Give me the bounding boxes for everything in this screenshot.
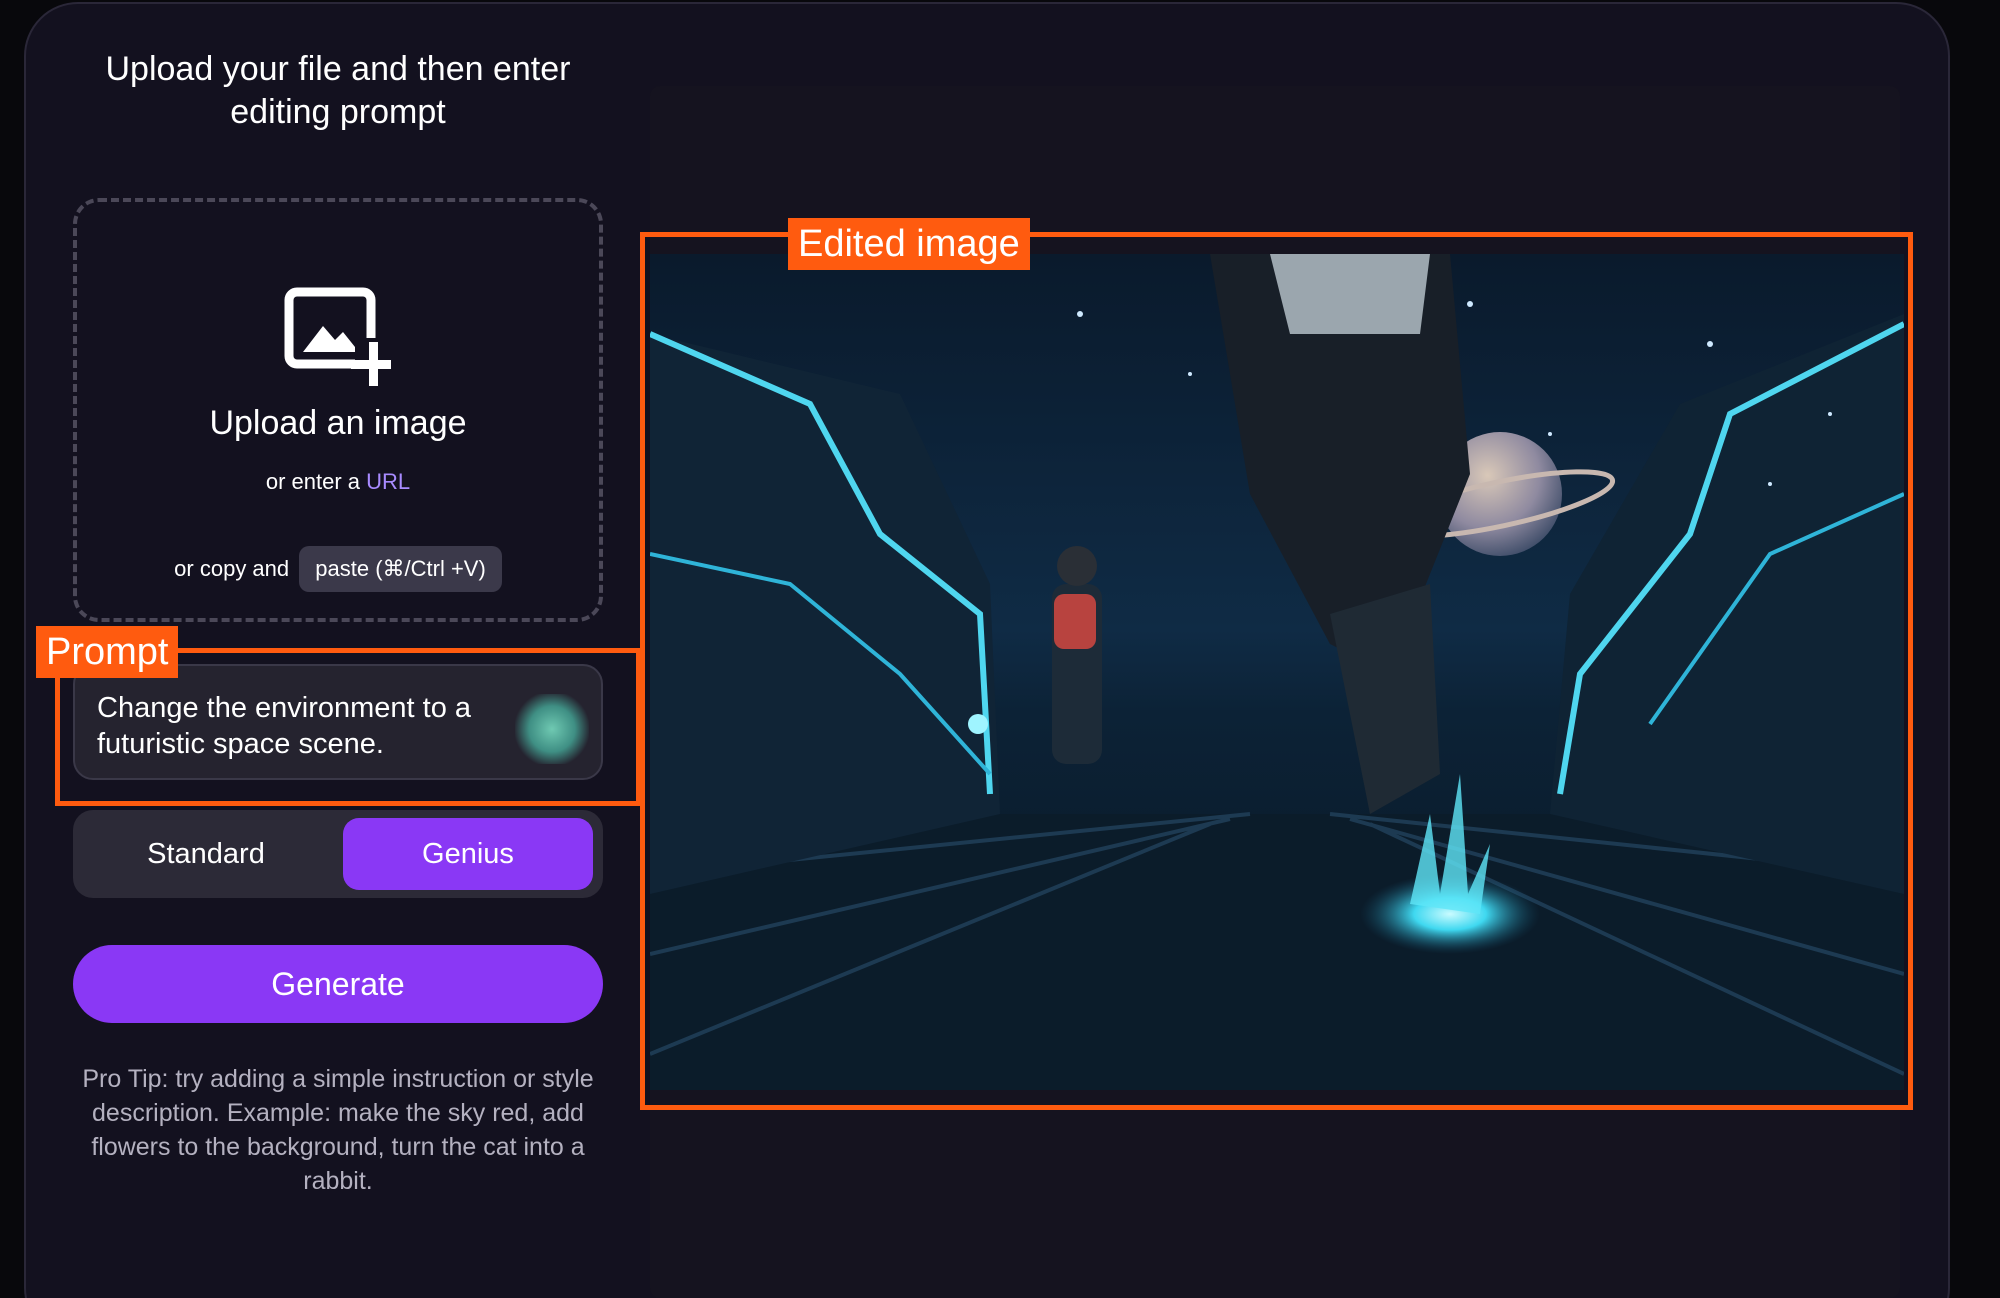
- upload-title: Upload an image: [209, 404, 467, 442]
- page-heading: Upload your file and then enter editing …: [105, 50, 571, 131]
- paste-prefix: or copy and: [174, 556, 290, 581]
- paste-button[interactable]: paste (⌘/Ctrl +V): [299, 546, 502, 592]
- prompt-annotation-label: Prompt: [36, 626, 179, 678]
- generate-button[interactable]: Generate: [73, 945, 603, 1023]
- upload-dropzone[interactable]: Upload an image or enter a URL or copy a…: [73, 198, 603, 622]
- mode-toggle: Standard Genius: [73, 810, 603, 898]
- paste-line: or copy and paste (⌘/Ctrl +V): [77, 546, 599, 592]
- image-annotation-box: [640, 232, 1913, 1110]
- image-annotation-label: Edited image: [788, 218, 1030, 270]
- url-line: or enter a URL: [77, 469, 599, 495]
- url-prefix: or enter a: [265, 469, 361, 494]
- url-link[interactable]: URL: [366, 469, 410, 494]
- pro-tip: Pro Tip: try adding a simple instruction…: [82, 1065, 594, 1195]
- image-add-icon: [284, 287, 391, 386]
- genius-mode-button[interactable]: Genius: [343, 818, 593, 890]
- standard-mode-button[interactable]: Standard: [81, 818, 331, 890]
